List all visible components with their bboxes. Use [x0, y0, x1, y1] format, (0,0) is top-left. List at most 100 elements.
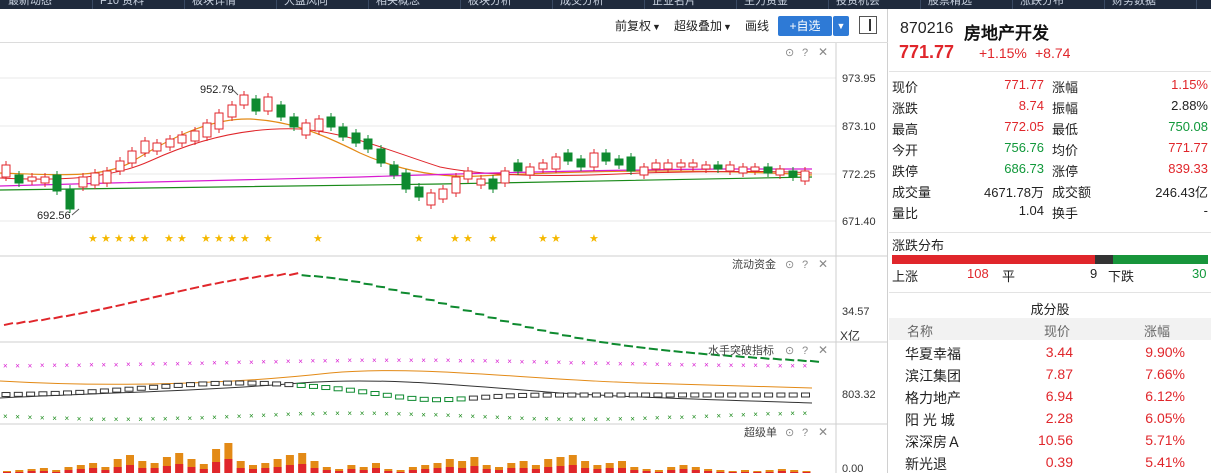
fuquan-dropdown[interactable]: 前复权▼: [615, 17, 661, 34]
overlay-dropdown[interactable]: 超级叠加▼: [674, 17, 732, 34]
draw-line-button[interactable]: 画线: [745, 17, 769, 34]
signal-star-icon: ★: [414, 233, 424, 245]
settings-icon[interactable]: ⊙: [785, 259, 794, 271]
kline-chart[interactable]: 973.95 873.10 772.25 671.40 ⊙ ? ✕ ★ ★ ★ ★ ★ ★…: [0, 43, 888, 473]
candle-body: [140, 140, 150, 154]
help-icon[interactable]: ?: [802, 47, 808, 59]
indicator-bar: [333, 386, 343, 392]
cross-marker: ×: [114, 360, 119, 369]
cross-marker: ×: [692, 361, 697, 370]
component-row[interactable]: 华夏幸福 3.44 9.90%: [889, 342, 1211, 364]
cross-marker: ×: [298, 357, 303, 366]
cross-marker: ×: [40, 413, 45, 422]
add-favorite-button[interactable]: +自选: [778, 16, 832, 36]
close-icon[interactable]: ✕: [818, 45, 828, 59]
nav-tab[interactable]: F10 资料: [100, 0, 144, 9]
cross-marker: ×: [335, 356, 340, 365]
top-nav-strip: 最新动态 F10 资料 板块详情 大盘风向 相关概念 板块分析 成交分析 企业名片 主力资金 投资…: [0, 0, 1211, 9]
nav-tab[interactable]: 成交分析: [560, 0, 604, 9]
flow-bar: [363, 282, 373, 286]
help-icon[interactable]: ?: [802, 259, 808, 271]
cross-marker: ×: [643, 414, 648, 423]
help-icon[interactable]: ?: [802, 345, 808, 357]
nav-tab[interactable]: 财务数据: [1112, 0, 1156, 9]
super-order-bar: [519, 468, 528, 473]
component-row[interactable]: 深深房Ａ 10.56 5.71%: [889, 430, 1211, 452]
candle-body: [513, 162, 523, 172]
nav-tab[interactable]: 主力资金: [744, 0, 788, 9]
nav-tab[interactable]: 股票精选: [928, 0, 972, 9]
cross-marker: ×: [212, 413, 217, 422]
add-favorite-dropdown[interactable]: ▼: [833, 16, 849, 36]
fuquan-label: 前复权: [615, 19, 652, 33]
component-change: 5.71%: [1145, 432, 1185, 448]
candle-body: [251, 98, 261, 112]
component-row[interactable]: 滨江集团 7.87 7.66%: [889, 364, 1211, 386]
cross-marker: ×: [237, 358, 242, 367]
indicator-bar: [690, 392, 700, 398]
cross-marker: ×: [384, 409, 389, 418]
super-order-bar: [310, 468, 319, 473]
indicator-bar: [714, 392, 724, 398]
nav-tab[interactable]: 涨跌分布: [1020, 0, 1064, 9]
cross-marker: ×: [274, 410, 279, 419]
nav-tab[interactable]: 板块详情: [192, 0, 236, 9]
component-row[interactable]: 新光退 0.39 5.41%: [889, 452, 1211, 473]
super-order-bar: [372, 468, 380, 473]
signal-star-icon: ★: [214, 233, 224, 245]
candle-body: [152, 142, 162, 152]
candle-body: [190, 130, 200, 142]
nav-tab[interactable]: 板块分析: [468, 0, 512, 9]
nav-tab[interactable]: 企业名片: [652, 0, 696, 9]
super-order-bar: [199, 469, 208, 473]
indicator-bar: [567, 392, 577, 398]
component-change: 5.41%: [1145, 454, 1185, 470]
cross-marker: ×: [89, 361, 94, 370]
indicator-bar: [358, 389, 368, 395]
nav-tab[interactable]: 大盘风向: [284, 0, 328, 9]
signal-star-row: ★ ★ ★ ★ ★ ★ ★ ★ ★ ★ ★ ★ ★ ★ ★ ★ ★ ★ ★ ★: [88, 233, 599, 245]
super-order-bar: [89, 468, 98, 473]
close-icon[interactable]: ✕: [818, 343, 828, 357]
nav-tab[interactable]: 最新动态: [8, 0, 52, 9]
flow-bar: [53, 315, 63, 320]
super-order-bar: [544, 467, 553, 473]
cross-marker: ×: [741, 410, 746, 419]
signal-star-icon: ★: [589, 233, 599, 245]
nav-separator: [920, 0, 921, 9]
cross-marker: ×: [520, 357, 525, 366]
indicator-bar: [727, 392, 737, 398]
cross-marker: ×: [495, 413, 500, 422]
flow-bar: [102, 305, 113, 310]
nav-tab[interactable]: 投资机会: [836, 0, 880, 9]
help-icon[interactable]: ?: [802, 427, 808, 439]
settings-icon[interactable]: ⊙: [785, 427, 794, 439]
indicator-bar: [309, 383, 318, 389]
indicator-bar: [87, 389, 97, 395]
component-row[interactable]: 阳 光 城 2.28 6.05%: [889, 408, 1211, 430]
cross-marker: ×: [28, 361, 33, 370]
cross-marker: ×: [790, 361, 795, 370]
stat-label: 成交量: [892, 185, 932, 200]
component-row[interactable]: 格力地产 6.94 6.12%: [889, 386, 1211, 408]
settings-icon[interactable]: ⊙: [785, 345, 794, 357]
divider: [889, 71, 1211, 72]
close-icon[interactable]: ✕: [818, 257, 828, 271]
flow-bar: [177, 288, 187, 293]
signal-star-icon: ★: [450, 233, 460, 245]
flat-label: 平: [1002, 269, 1016, 284]
waterman-value: 803.32: [842, 389, 876, 401]
flow-bar: [673, 350, 683, 354]
close-icon[interactable]: ✕: [818, 425, 828, 439]
indicator-bar: [591, 392, 601, 398]
candle-body: [239, 94, 249, 106]
nav-tab[interactable]: 相关概念: [376, 0, 420, 9]
super-order-bar: [285, 465, 294, 473]
settings-icon[interactable]: ⊙: [785, 47, 794, 59]
chart-area[interactable]: 前复权▼ 超级叠加▼ 画线 +自选 ▼ 973.95 873.10 772.25…: [0, 9, 888, 473]
cross-marker: ×: [716, 411, 721, 420]
flow-bar: [574, 336, 584, 340]
indicator-bar: [518, 392, 528, 398]
panel-toggle-icon[interactable]: [859, 16, 877, 34]
candle-body: [426, 192, 436, 206]
